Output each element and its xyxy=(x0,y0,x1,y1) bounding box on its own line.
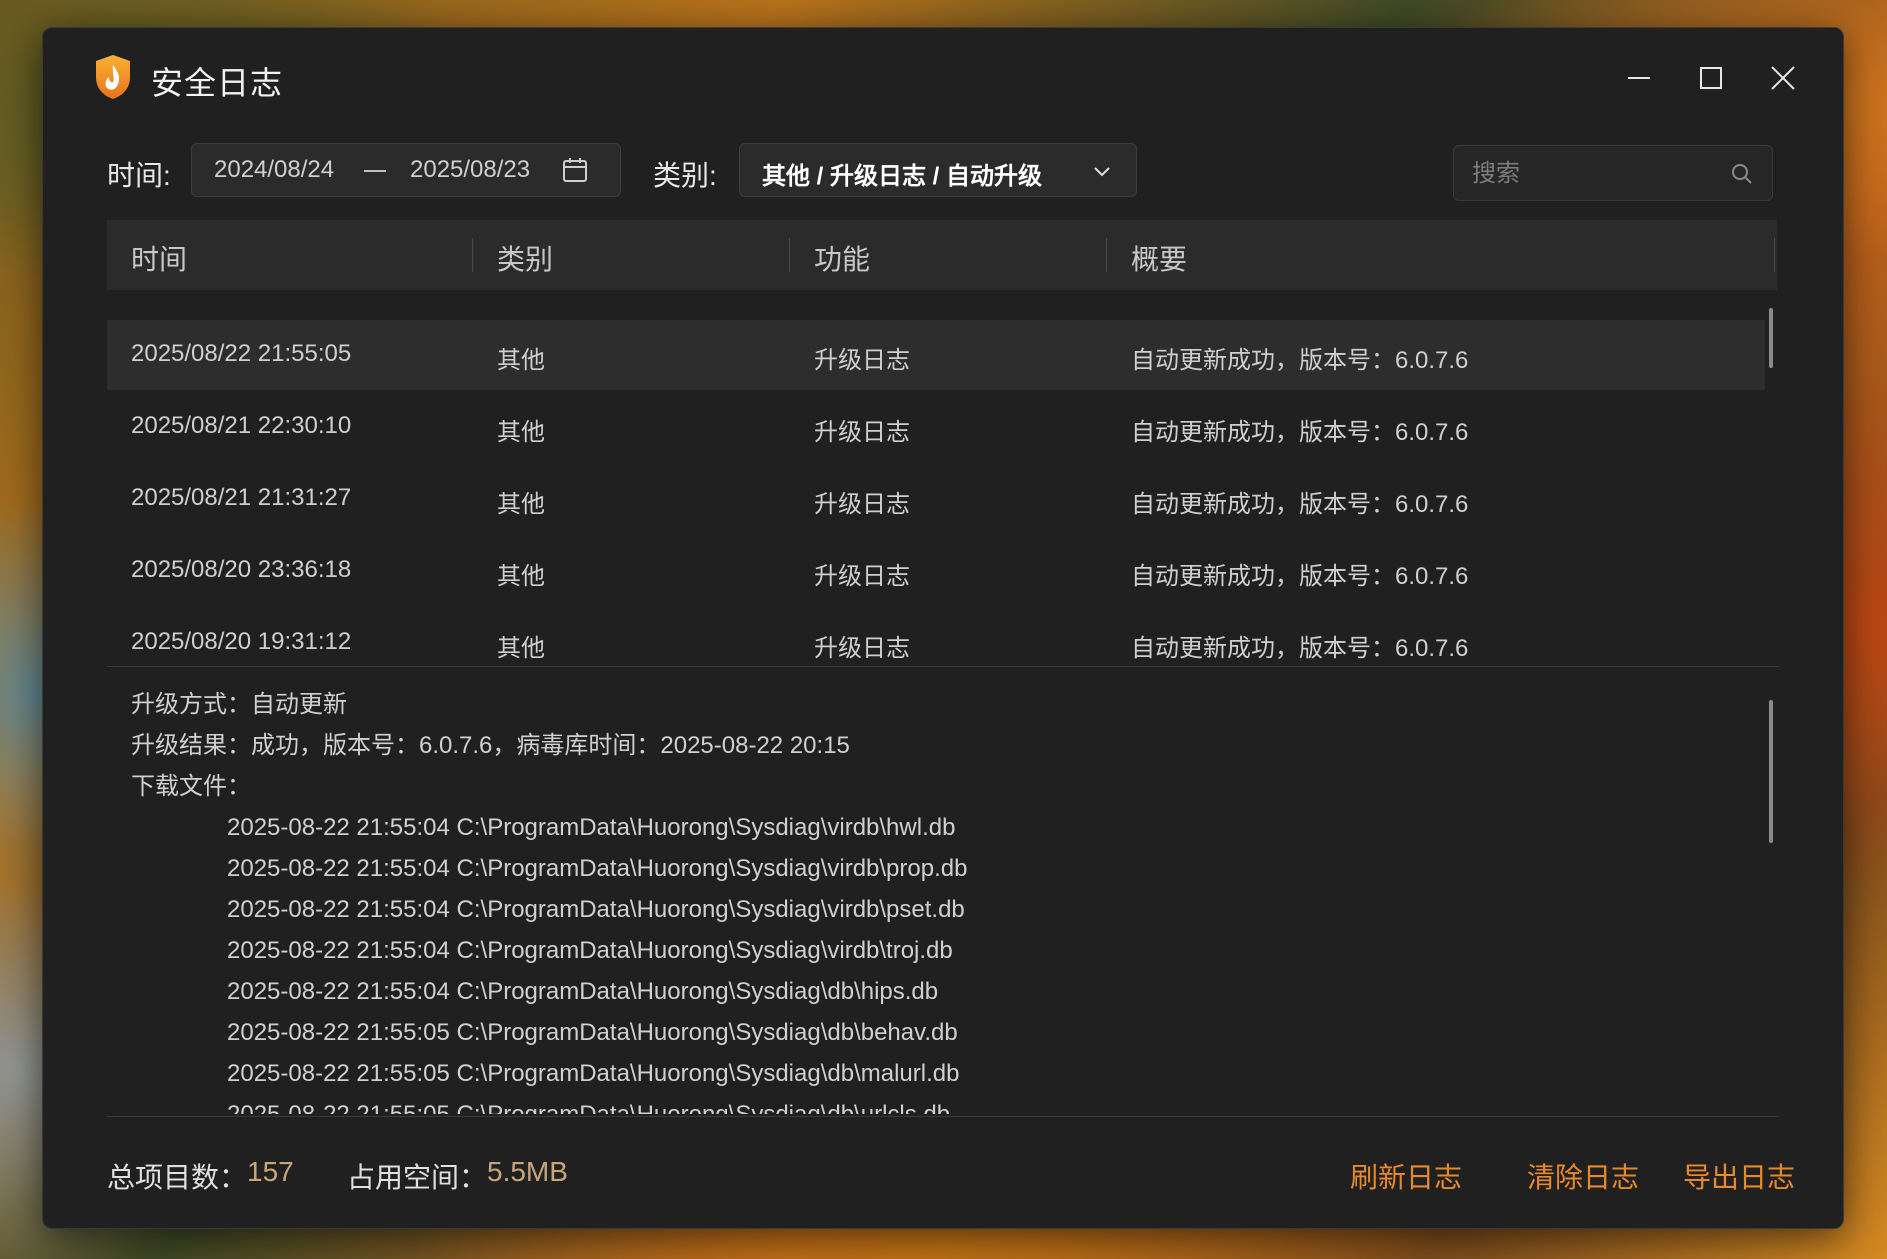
date-end[interactable]: 2025/08/23 xyxy=(410,156,530,184)
cell-category: 其他 xyxy=(497,347,545,374)
column-divider[interactable] xyxy=(789,238,790,272)
date-range-picker[interactable]: 2024/08/24 2025/08/23 xyxy=(191,143,621,197)
maximize-icon xyxy=(1700,67,1722,89)
detail-scrollbar[interactable] xyxy=(1769,700,1773,843)
detail-file-line: 2025-08-22 21:55:04 C:\ProgramData\Huoro… xyxy=(227,814,956,841)
detail-file-line: 2025-08-22 21:55:05 C:\ProgramData\Huoro… xyxy=(131,1094,1731,1114)
column-divider xyxy=(1774,238,1775,272)
cell-function: 升级日志 xyxy=(814,419,910,446)
refresh-log-button[interactable]: 刷新日志 xyxy=(1350,1156,1462,1196)
cell-summary: 自动更新成功，版本号：6.0.7.6 xyxy=(1131,419,1469,446)
cell-summary: 自动更新成功，版本号：6.0.7.6 xyxy=(1131,491,1469,518)
detail-upgrade-result: 升级结果：成功，版本号：6.0.7.6，病毒库时间：2025-08-22 20:… xyxy=(131,732,850,759)
cell-time: 2025/08/20 23:36:18 xyxy=(131,556,352,583)
space-used-value: 5.5MB xyxy=(487,1156,568,1187)
cell-category: 其他 xyxy=(497,491,545,518)
search-box[interactable] xyxy=(1453,145,1773,201)
total-items-value: 157 xyxy=(247,1156,294,1187)
cell-summary: 自动更新成功，版本号：6.0.7.6 xyxy=(1131,635,1469,662)
space-used-label: 占用空间： xyxy=(347,1162,488,1193)
detail-file-line: 2025-08-22 21:55:04 C:\ProgramData\Huoro… xyxy=(227,896,965,923)
table-row[interactable]: 2025/08/22 21:55:05 其他 升级日志 自动更新成功，版本号：6… xyxy=(107,320,1765,390)
column-header-time[interactable]: 时间 xyxy=(131,238,187,278)
cell-category: 其他 xyxy=(497,635,545,662)
minimize-button[interactable] xyxy=(1617,56,1661,100)
category-select[interactable]: 其他 / 升级日志 / 自动升级 xyxy=(739,143,1137,197)
cell-summary: 自动更新成功，版本号：6.0.7.6 xyxy=(1131,563,1469,590)
cell-function: 升级日志 xyxy=(814,635,910,662)
clear-log-button[interactable]: 清除日志 xyxy=(1527,1156,1639,1196)
cell-time: 2025/08/21 22:30:10 xyxy=(131,412,352,439)
total-items-label: 总项目数： xyxy=(107,1162,248,1193)
chevron-down-icon xyxy=(1094,167,1110,177)
category-filter-label: 类别: xyxy=(653,160,717,191)
detail-file-line: 2025-08-22 21:55:04 C:\ProgramData\Huoro… xyxy=(227,978,939,1005)
export-log-button[interactable]: 导出日志 xyxy=(1683,1156,1795,1196)
date-range-separator xyxy=(364,170,386,172)
footer-divider xyxy=(107,1116,1779,1117)
search-input[interactable] xyxy=(1470,156,1714,192)
window-title: 安全日志 xyxy=(151,65,284,101)
column-divider[interactable] xyxy=(472,238,473,272)
table-row[interactable]: 2025/08/20 19:31:12 其他 升级日志 自动更新成功，版本号：6… xyxy=(107,608,1765,678)
maximize-button[interactable] xyxy=(1689,56,1733,100)
cell-function: 升级日志 xyxy=(814,563,910,590)
table-row[interactable]: 2025/08/21 22:30:10 其他 升级日志 自动更新成功，版本号：6… xyxy=(107,392,1765,462)
column-header-function[interactable]: 功能 xyxy=(814,238,870,278)
column-divider[interactable] xyxy=(1106,238,1107,272)
time-filter-label: 时间: xyxy=(107,160,171,191)
search-icon[interactable] xyxy=(1730,162,1754,186)
detail-file-line: 2025-08-22 21:55:04 C:\ProgramData\Huoro… xyxy=(227,937,953,964)
shield-flame-icon xyxy=(96,55,130,99)
date-start[interactable]: 2024/08/24 xyxy=(214,156,334,184)
detail-file-line: 2025-08-22 21:55:05 C:\ProgramData\Huoro… xyxy=(227,1019,958,1046)
title-bar: 安全日志 xyxy=(43,28,1843,128)
cell-category: 其他 xyxy=(497,563,545,590)
log-detail-panel: 升级方式：自动更新 升级结果：成功，版本号：6.0.7.6，病毒库时间：2025… xyxy=(131,684,1731,1114)
cell-time: 2025/08/20 19:31:12 xyxy=(131,628,352,655)
cell-function: 升级日志 xyxy=(814,491,910,518)
log-table-header: 时间 类别 功能 概要 xyxy=(107,220,1777,290)
close-icon xyxy=(1771,66,1795,90)
detail-file-line: 2025-08-22 21:55:05 C:\ProgramData\Huoro… xyxy=(227,1060,960,1087)
table-row[interactable]: 2025/08/20 23:36:18 其他 升级日志 自动更新成功，版本号：6… xyxy=(107,536,1765,606)
cell-time: 2025/08/22 21:55:05 xyxy=(131,340,352,367)
column-header-category[interactable]: 类别 xyxy=(497,238,553,278)
section-divider xyxy=(107,666,1779,667)
cell-category: 其他 xyxy=(497,419,545,446)
detail-upgrade-method: 升级方式：自动更新 xyxy=(131,691,347,718)
close-button[interactable] xyxy=(1761,56,1805,100)
calendar-icon[interactable] xyxy=(562,157,588,183)
table-scrollbar[interactable] xyxy=(1769,308,1773,368)
security-log-window: 安全日志 时间: 2024/08/24 2025/08/23 类别: 其他 / … xyxy=(42,27,1844,1229)
minimize-icon xyxy=(1628,77,1650,79)
detail-file-line: 2025-08-22 21:55:04 C:\ProgramData\Huoro… xyxy=(227,855,968,882)
category-select-value: 其他 / 升级日志 / 自动升级 xyxy=(762,163,1043,190)
cell-function: 升级日志 xyxy=(814,347,910,374)
cell-time: 2025/08/21 21:31:27 xyxy=(131,484,352,511)
column-header-summary[interactable]: 概要 xyxy=(1131,238,1187,278)
cell-summary: 自动更新成功，版本号：6.0.7.6 xyxy=(1131,347,1469,374)
table-row[interactable]: 2025/08/21 21:31:27 其他 升级日志 自动更新成功，版本号：6… xyxy=(107,464,1765,534)
detail-downloaded-files-label: 下载文件： xyxy=(131,773,251,800)
